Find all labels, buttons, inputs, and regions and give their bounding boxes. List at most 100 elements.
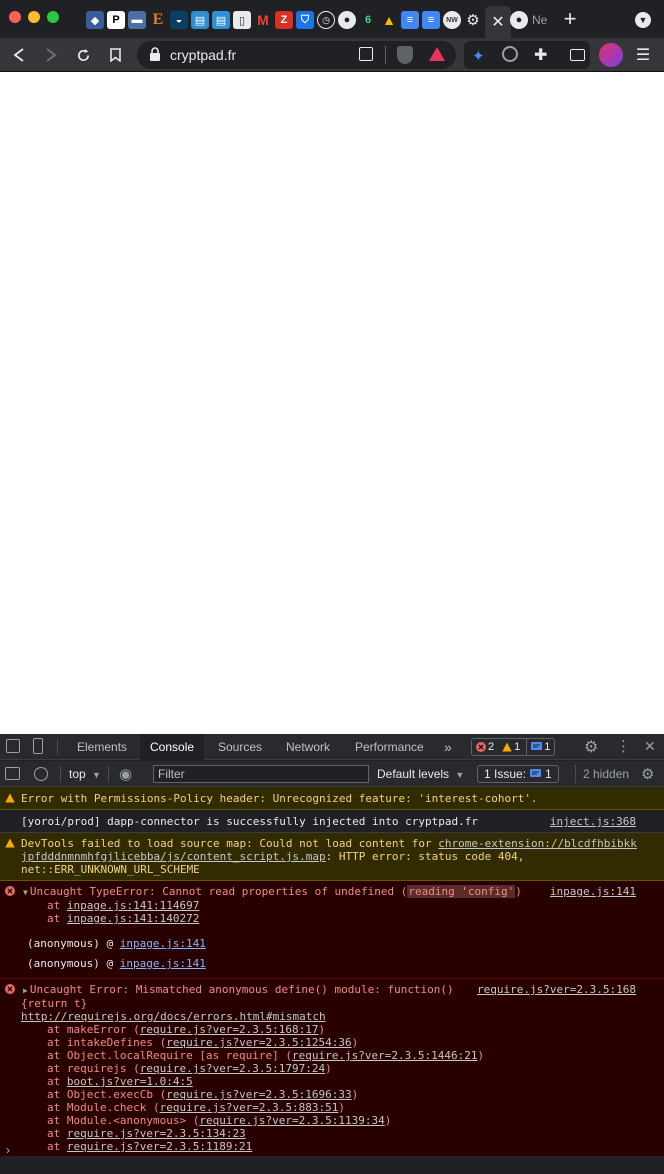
p-icon[interactable]: P	[107, 11, 125, 29]
issues-button[interactable]: 1 Issue: 1	[477, 765, 559, 783]
lock-icon[interactable]	[149, 47, 161, 61]
console-log[interactable]: [yoroi/prod] dapp-connector is successfu…	[0, 810, 664, 833]
back-button[interactable]	[8, 44, 30, 66]
message-source-link[interactable]: inpage.js:141	[550, 885, 636, 898]
tab-elements[interactable]: Elements	[77, 734, 127, 760]
tab-sources[interactable]: Sources	[218, 734, 262, 760]
qr-code-icon[interactable]	[359, 47, 373, 61]
frame-link[interactable]: inpage.js:141:140272	[67, 912, 199, 925]
extension-timer-icon[interactable]	[502, 46, 518, 62]
gdocs2-icon[interactable]: ≡	[422, 11, 440, 29]
docker2-icon[interactable]: ▤	[212, 11, 230, 29]
shield-icon[interactable]: ⛉	[296, 11, 314, 29]
docs-link[interactable]: http://requirejs.org/docs/errors.html#mi…	[21, 1010, 326, 1023]
console-error[interactable]: ▼ Uncaught TypeError: Cannot read propert…	[0, 881, 664, 979]
stack-frame: at requirejs (require.js?ver=2.3.5:1797:…	[21, 1062, 640, 1075]
log-levels-dropdown[interactable]: Default levels ▼	[377, 767, 464, 781]
console-filter-input[interactable]	[153, 765, 369, 783]
frame-prefix: at	[47, 1075, 67, 1088]
devtools-tab-bar: Elements Console Sources Network Perform…	[0, 734, 664, 760]
stream-icon[interactable]: ◒	[170, 11, 188, 29]
frame-link[interactable]: require.js?ver=2.3.5:1254:36	[166, 1036, 351, 1049]
console-warning[interactable]: Error with Permissions-Policy header: Un…	[0, 787, 664, 810]
frame-link[interactable]: require.js?ver=2.3.5:1797:24	[140, 1062, 325, 1075]
console-warning[interactable]: DevTools failed to load source map: Coul…	[0, 833, 664, 881]
console-error[interactable]: ▶ Uncaught Error: Mismatched anonymous de…	[0, 979, 664, 1156]
source-map-link[interactable]: chrome-extension://blcdfhbibkk	[438, 837, 637, 850]
devtools-close-icon[interactable]: ✕	[644, 738, 656, 755]
pinned-tabs: ◆ P ▬ E ◒ ▤ ▤ ▯ M Z ⛉ ◷ ● 6 ▲ ≡ ≡ NW ⚙	[86, 11, 482, 29]
wiki-icon[interactable]: ▬	[128, 11, 146, 29]
live-expression-eye-icon[interactable]: ◉	[119, 765, 132, 783]
history-icon[interactable]: ◷	[317, 11, 335, 29]
error-counter[interactable]: 2	[472, 739, 498, 755]
frame-prefix: at makeError (	[47, 1023, 140, 1036]
warning-counter[interactable]: 1	[498, 739, 524, 755]
brave-rewards-icon[interactable]	[429, 47, 445, 61]
extensions-puzzle-icon[interactable]: ✚	[534, 45, 547, 65]
z-icon[interactable]: Z	[275, 11, 293, 29]
address-bar[interactable]: cryptpad.fr	[137, 41, 456, 69]
tab-performance[interactable]: Performance	[355, 734, 424, 760]
leaf-icon[interactable]: 6	[359, 11, 377, 29]
partial-tab-label[interactable]: Ne	[532, 13, 547, 27]
reload-button[interactable]	[72, 44, 94, 66]
expand-triangle-icon[interactable]: ▶	[23, 986, 28, 995]
doc-icon[interactable]: ▯	[233, 11, 251, 29]
forward-button[interactable]	[40, 44, 62, 66]
news-icon[interactable]: NW	[443, 11, 461, 29]
more-tabs-icon[interactable]: »	[444, 734, 452, 760]
tab-network[interactable]: Network	[286, 734, 330, 760]
browser-menu-icon[interactable]: ☰	[632, 44, 654, 66]
device-toolbar-icon[interactable]	[33, 738, 43, 754]
frame-link[interactable]: boot.js?ver=1.0:4:5	[67, 1075, 193, 1088]
inspect-element-icon[interactable]	[6, 739, 20, 753]
message-counter[interactable]: 1	[526, 739, 554, 755]
frame-link[interactable]: require.js?ver=2.3.5:1696:33	[166, 1088, 351, 1101]
window-minimize-button[interactable]	[28, 11, 40, 23]
frame-link[interactable]: require.js?ver=2.3.5:168:17	[140, 1023, 319, 1036]
frame-link[interactable]: require.js?ver=2.3.5:883:51	[160, 1101, 339, 1114]
settings-icon[interactable]: ⚙	[464, 11, 482, 29]
gmail-icon[interactable]: M	[254, 11, 272, 29]
frame-link[interactable]: inpage.js:141	[120, 937, 206, 950]
frame-link[interactable]: require.js?ver=2.3.5:1446:21	[292, 1049, 477, 1062]
frame-link[interactable]: inpage.js:141:114697	[67, 899, 199, 912]
active-tab[interactable]: ✕	[485, 6, 511, 38]
new-tab-button[interactable]: +	[560, 8, 580, 30]
page-viewport[interactable]	[0, 73, 664, 734]
context-selector[interactable]: top ▼	[69, 767, 101, 781]
stack-frame: at inpage.js:141:140272	[21, 912, 640, 925]
message-source-link[interactable]: inject.js:368	[550, 815, 636, 828]
wallet-button[interactable]	[566, 44, 588, 66]
tab-console[interactable]: Console	[140, 734, 205, 760]
github-tab-icon[interactable]: ●	[510, 11, 528, 29]
devtools-menu-icon[interactable]: ⋮	[616, 737, 631, 755]
lab-icon[interactable]: ◆	[86, 11, 104, 29]
bookmark-button[interactable]	[104, 44, 126, 66]
brave-shield-icon[interactable]	[397, 46, 413, 64]
gdocs-icon[interactable]: ≡	[401, 11, 419, 29]
message-source-link[interactable]: require.js?ver=2.3.5:168	[477, 983, 636, 996]
tab-close-icon[interactable]: ✕	[491, 12, 504, 32]
console-counters[interactable]: 2 1 1	[471, 738, 556, 756]
console-prompt[interactable]: ›	[0, 1139, 664, 1161]
source-map-link-cont[interactable]: jpfdddnmnmhfgjlicebba/js/content_script.…	[21, 850, 326, 863]
extension-satellite-icon[interactable]: ✦	[472, 47, 485, 65]
frame-link[interactable]: require.js?ver=2.3.5:1139:34	[199, 1114, 384, 1127]
sidebar-toggle-icon[interactable]	[5, 767, 20, 780]
tab-search-chevron-icon[interactable]: ▼	[635, 12, 651, 28]
frame-link[interactable]: inpage.js:141	[120, 957, 206, 970]
clear-console-icon[interactable]	[34, 767, 48, 781]
docker-icon[interactable]: ▤	[191, 11, 209, 29]
profile-avatar[interactable]	[599, 43, 623, 67]
console-settings-icon[interactable]: ⚙	[641, 765, 654, 783]
window-close-button[interactable]	[9, 11, 21, 23]
window-maximize-button[interactable]	[47, 11, 59, 23]
devtools-settings-icon[interactable]: ⚙	[584, 737, 598, 757]
drive-icon[interactable]: ▲	[380, 11, 398, 29]
e-icon[interactable]: E	[149, 11, 167, 29]
url-text[interactable]: cryptpad.fr	[170, 47, 236, 63]
expand-triangle-icon[interactable]: ▼	[23, 888, 28, 897]
github-icon[interactable]: ●	[338, 11, 356, 29]
